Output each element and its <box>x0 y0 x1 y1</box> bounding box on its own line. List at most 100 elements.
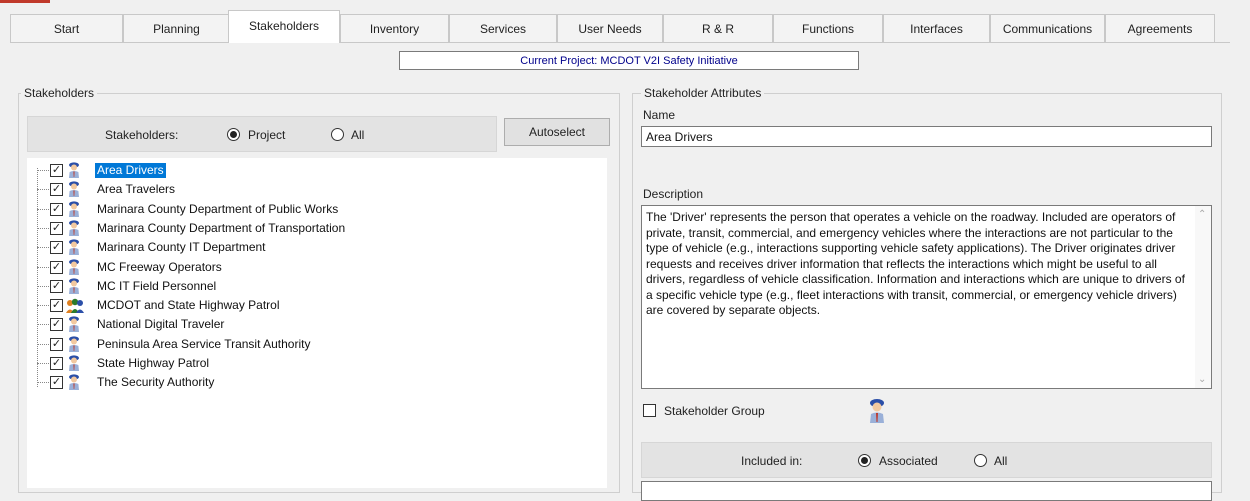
person-icon <box>67 355 81 371</box>
tab-user-needs[interactable]: User Needs <box>557 14 663 42</box>
person-icon <box>67 200 81 217</box>
stakeholders-group-title: Stakeholders <box>21 86 98 100</box>
tree-connector <box>37 170 49 171</box>
tree-item-checkbox[interactable]: ✓ <box>50 260 63 274</box>
included-in-bar: Included in: Associated All <box>641 442 1212 478</box>
tree-item-label[interactable]: Area Travelers <box>95 182 177 197</box>
tree-item-label[interactable]: The Security Authority <box>95 375 216 390</box>
tree-connector <box>37 305 49 307</box>
tree-item[interactable]: ✓ MC Freeway Operators <box>27 258 587 277</box>
tree-item[interactable]: ✓ Marinara County Department of Public Wo… <box>27 200 587 219</box>
radio-all-label[interactable]: All <box>351 128 364 142</box>
scroll-up-icon[interactable]: ⌃ <box>1198 209 1206 220</box>
tree-connector <box>37 227 49 229</box>
person-icon <box>67 220 81 236</box>
tree-item[interactable]: ✓ Marinara County IT Department <box>27 238 587 257</box>
tree-item-checkbox[interactable]: ✓ <box>50 357 63 370</box>
tab-r-and-r[interactable]: R & R <box>663 14 773 42</box>
tab-services[interactable]: Services <box>449 14 557 42</box>
description-text[interactable]: The 'Driver' represents the person that … <box>646 210 1194 319</box>
tab-agreements[interactable]: Agreements <box>1105 14 1215 42</box>
stakeholders-filter-bar: Stakeholders: Project All <box>27 116 497 152</box>
tree-item-label[interactable]: National Digital Traveler <box>95 317 226 332</box>
stakeholder-tree: ✓ Area Drivers ✓ Area Travelers ✓ Marinara Co… <box>27 158 607 488</box>
included-in-list[interactable] <box>641 481 1212 501</box>
radio-included-all-label[interactable]: All <box>994 454 1007 468</box>
tree-item[interactable]: ✓ MC IT Field Personnel <box>27 277 587 296</box>
tree-item-label[interactable]: Marinara County Department of Public Wor… <box>95 202 340 217</box>
tree-item[interactable]: ✓ State Highway Patrol <box>27 354 587 373</box>
stakeholder-group-label[interactable]: Stakeholder Group <box>664 404 765 418</box>
tree-connector <box>37 208 49 210</box>
description-scrollbar[interactable]: ⌃ ⌄ <box>1195 206 1211 388</box>
tab-communications[interactable]: Communications <box>990 14 1105 42</box>
tree-item-label[interactable]: Area Drivers <box>95 163 166 178</box>
stakeholder-group-checkbox[interactable] <box>643 404 656 417</box>
tree-item-label[interactable]: State Highway Patrol <box>95 356 211 371</box>
person-icon <box>67 181 81 198</box>
tree-connector <box>37 324 49 326</box>
autoselect-button[interactable]: Autoselect <box>504 118 610 146</box>
tab-inventory[interactable]: Inventory <box>340 14 449 42</box>
tree-connector <box>37 343 49 345</box>
radio-project-label[interactable]: Project <box>248 128 285 142</box>
tree-item[interactable]: ✓ Peninsula Area Service Transit Authorit… <box>27 335 587 354</box>
tree-item[interactable]: ✓ National Digital Traveler <box>27 315 587 334</box>
tree-item-label[interactable]: Marinara County Department of Transporta… <box>95 221 347 236</box>
scroll-down-icon[interactable]: ⌄ <box>1198 374 1206 385</box>
tab-start[interactable]: Start <box>10 14 123 42</box>
tree-connector <box>37 189 49 191</box>
tree-item-checkbox[interactable]: ✓ <box>50 376 63 390</box>
tree-item-checkbox[interactable]: ✓ <box>50 221 63 235</box>
person-icon <box>67 162 81 178</box>
tree-connector <box>37 266 49 268</box>
description-field[interactable]: The 'Driver' represents the person that … <box>641 205 1212 389</box>
tree-connector <box>37 382 49 384</box>
current-project-label: Current Project: MCDOT V2I Safety Initia… <box>399 51 859 70</box>
person-icon <box>67 278 81 294</box>
name-label: Name <box>643 108 676 122</box>
name-field[interactable]: Area Drivers <box>641 126 1212 147</box>
tab-divider <box>10 42 1230 43</box>
person-icon <box>67 239 81 256</box>
radio-included-all[interactable] <box>974 454 987 467</box>
tree-connector <box>37 363 49 364</box>
tree-item-label[interactable]: MC IT Field Personnel <box>95 279 218 294</box>
tree-item-label[interactable]: MCDOT and State Highway Patrol <box>95 298 282 313</box>
radio-project[interactable] <box>227 128 240 141</box>
radio-associated-label[interactable]: Associated <box>879 454 938 468</box>
tree-item[interactable]: ✓ MCDOT and State Highway Patrol <box>27 296 587 315</box>
radio-all[interactable] <box>331 128 344 141</box>
tab-planning[interactable]: Planning <box>123 14 230 42</box>
tree-item-checkbox[interactable]: ✓ <box>50 202 63 216</box>
stakeholders-filter-label: Stakeholders: <box>105 128 179 142</box>
window-accent-strip <box>0 0 50 3</box>
included-in-label: Included in: <box>741 454 803 468</box>
tab-bar: Start Planning Stakeholders Inventory Se… <box>10 10 1230 43</box>
tab-functions[interactable]: Functions <box>773 14 883 42</box>
tree-item[interactable]: ✓ The Security Authority <box>27 373 587 392</box>
person-icon <box>67 258 81 275</box>
radio-associated[interactable] <box>858 454 871 467</box>
tree-item-checkbox[interactable]: ✓ <box>50 299 63 313</box>
tree-item-checkbox[interactable]: ✓ <box>50 337 63 351</box>
tree-item[interactable]: ✓ Area Drivers <box>27 161 587 180</box>
tab-stakeholders[interactable]: Stakeholders <box>228 10 340 43</box>
tree-item-checkbox[interactable]: ✓ <box>50 241 63 255</box>
tree-item-label[interactable]: Peninsula Area Service Transit Authority <box>95 337 312 352</box>
tree-item[interactable]: ✓ Area Travelers <box>27 180 587 199</box>
tree-item-label[interactable]: MC Freeway Operators <box>95 260 224 275</box>
person-icon <box>67 374 81 391</box>
tree-item-checkbox[interactable]: ✓ <box>50 318 63 332</box>
tree-connector <box>37 247 49 249</box>
tab-interfaces[interactable]: Interfaces <box>883 14 990 42</box>
tree-item[interactable]: ✓ Marinara County Department of Transport… <box>27 219 587 238</box>
attributes-group-title: Stakeholder Attributes <box>641 86 765 100</box>
person-icon <box>67 316 81 333</box>
tree-item-label[interactable]: Marinara County IT Department <box>95 240 268 255</box>
tree-item-checkbox[interactable]: ✓ <box>50 183 63 197</box>
description-label: Description <box>643 187 704 201</box>
tree-item-checkbox[interactable]: ✓ <box>50 279 63 293</box>
tree-item-checkbox[interactable]: ✓ <box>50 164 63 177</box>
group-icon <box>65 297 84 314</box>
